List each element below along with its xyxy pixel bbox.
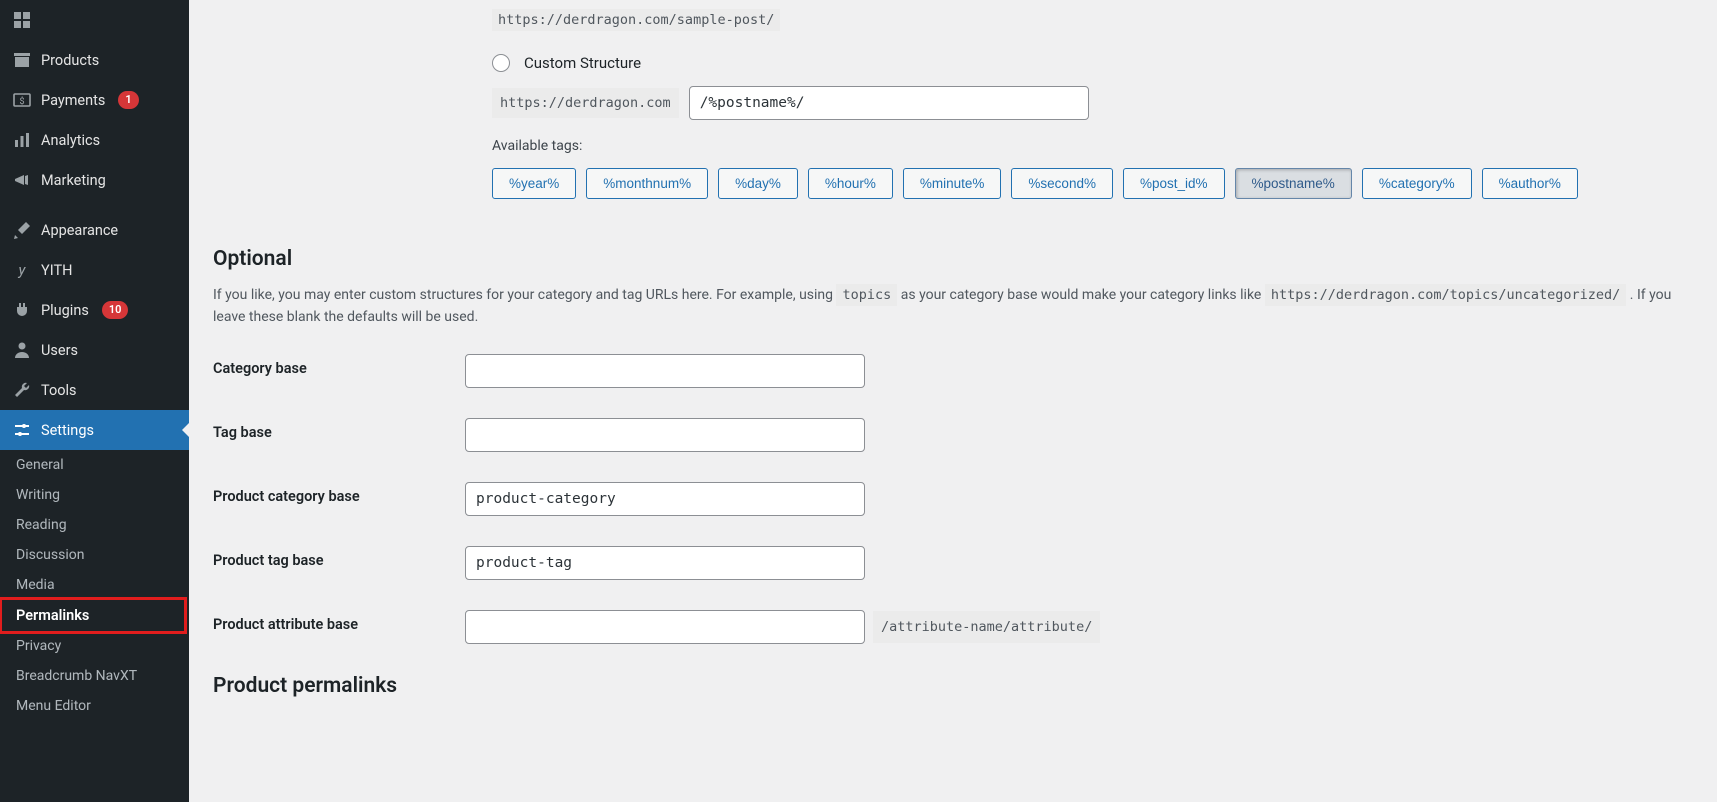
product-attribute-base-input[interactable]: [465, 610, 865, 644]
products-icon: [12, 50, 32, 70]
user-icon: [12, 340, 32, 360]
sidebar-item-tools[interactable]: Tools: [0, 370, 189, 410]
sidebar-label: Marketing: [41, 172, 106, 189]
product-tag-base-label: Product tag base: [213, 546, 465, 580]
category-base-input[interactable]: [465, 354, 865, 388]
submenu-discussion[interactable]: Discussion: [0, 540, 189, 570]
sidebar-item-users[interactable]: Users: [0, 330, 189, 370]
sidebar-item-appearance[interactable]: Appearance: [0, 210, 189, 250]
brush-icon: [12, 220, 32, 240]
sidebar-label: Payments: [41, 92, 105, 109]
submenu-privacy[interactable]: Privacy: [0, 631, 189, 661]
submenu-breadcrumb[interactable]: Breadcrumb NavXT: [0, 661, 189, 691]
product-category-base-label: Product category base: [213, 482, 465, 516]
available-tags-row: %year% %monthnum% %day% %hour% %minute% %seco…: [492, 168, 1677, 199]
sidebar-label: Products: [41, 52, 99, 69]
sidebar-label: Users: [41, 342, 78, 359]
plugin-icon: [12, 300, 32, 320]
base-url-prefix: https://derdragon.com: [492, 88, 679, 118]
optional-heading: Optional: [213, 247, 1677, 271]
tag-base-input[interactable]: [465, 418, 865, 452]
available-tags-label: Available tags:: [492, 138, 1677, 154]
submenu-menu-editor[interactable]: Menu Editor: [0, 691, 189, 721]
example-url-code: https://derdragon.com/topics/uncategoriz…: [1265, 284, 1627, 306]
submenu-permalinks[interactable]: Permalinks: [0, 597, 187, 634]
category-base-label: Category base: [213, 354, 465, 388]
sidebar-label: YITH: [41, 262, 72, 279]
structure-tag-button[interactable]: %postname%: [1235, 168, 1352, 199]
sidebar-label: Appearance: [41, 222, 118, 239]
settings-submenu: General Writing Reading Discussion Media…: [0, 450, 189, 731]
topics-code: topics: [836, 284, 897, 306]
product-category-base-input[interactable]: [465, 482, 865, 516]
structure-tag-button[interactable]: %hour%: [808, 168, 893, 199]
sidebar-label: Plugins: [41, 302, 89, 319]
sidebar-item-settings[interactable]: Settings: [0, 410, 189, 450]
product-permalinks-heading: Product permalinks: [213, 674, 1677, 698]
wrench-icon: [12, 380, 32, 400]
dashboard-icon: [12, 10, 32, 30]
optional-description: If you like, you may enter custom struct…: [213, 285, 1677, 328]
yith-icon: y: [12, 260, 32, 280]
product-tag-base-input[interactable]: [465, 546, 865, 580]
custom-structure-label: Custom Structure: [524, 54, 641, 72]
sidebar-item-analytics[interactable]: Analytics: [0, 120, 189, 160]
submenu-media[interactable]: Media: [0, 570, 189, 600]
payments-badge: 1: [118, 91, 138, 108]
megaphone-icon: [12, 170, 32, 190]
structure-tag-button[interactable]: %day%: [718, 168, 798, 199]
submenu-writing[interactable]: Writing: [0, 480, 189, 510]
plugins-badge: 10: [102, 301, 129, 318]
svg-text:$: $: [19, 96, 24, 107]
structure-tag-button[interactable]: %category%: [1362, 168, 1472, 199]
svg-text:y: y: [18, 261, 27, 279]
structure-tag-button[interactable]: %author%: [1482, 168, 1578, 199]
admin-sidebar: Products $ Payments 1 Analytics Marketin…: [0, 0, 189, 802]
product-attribute-base-label: Product attribute base: [213, 610, 465, 644]
structure-tag-button[interactable]: %post_id%: [1123, 168, 1225, 199]
sidebar-label: Analytics: [41, 132, 100, 149]
submenu-general[interactable]: General: [0, 450, 189, 480]
sidebar-item-marketing[interactable]: Marketing: [0, 160, 189, 200]
analytics-icon: [12, 130, 32, 150]
sidebar-item-plugins[interactable]: Plugins 10: [0, 290, 189, 330]
sidebar-item-payments[interactable]: $ Payments 1: [0, 80, 189, 120]
payments-icon: $: [12, 90, 32, 110]
sample-url-code: https://derdragon.com/sample-post/: [492, 9, 780, 31]
sidebar-item-yith[interactable]: y YITH: [0, 250, 189, 290]
custom-structure-radio[interactable]: [492, 54, 510, 72]
submenu-reading[interactable]: Reading: [0, 510, 189, 540]
structure-tag-button[interactable]: %year%: [492, 168, 576, 199]
sidebar-item-products[interactable]: Products: [0, 40, 189, 80]
structure-tag-button[interactable]: %minute%: [903, 168, 1002, 199]
tag-base-label: Tag base: [213, 418, 465, 452]
product-attribute-suffix: /attribute-name/attribute/: [873, 611, 1100, 643]
sidebar-item-dashboard[interactable]: [0, 0, 189, 40]
structure-tag-button[interactable]: %monthnum%: [586, 168, 708, 199]
main-content: https://derdragon.com/sample-post/ Custo…: [189, 0, 1717, 802]
custom-structure-input[interactable]: [689, 86, 1089, 120]
sidebar-label: Tools: [41, 382, 77, 399]
sidebar-label: Settings: [41, 422, 94, 439]
structure-tag-button[interactable]: %second%: [1011, 168, 1113, 199]
settings-slider-icon: [12, 420, 32, 440]
